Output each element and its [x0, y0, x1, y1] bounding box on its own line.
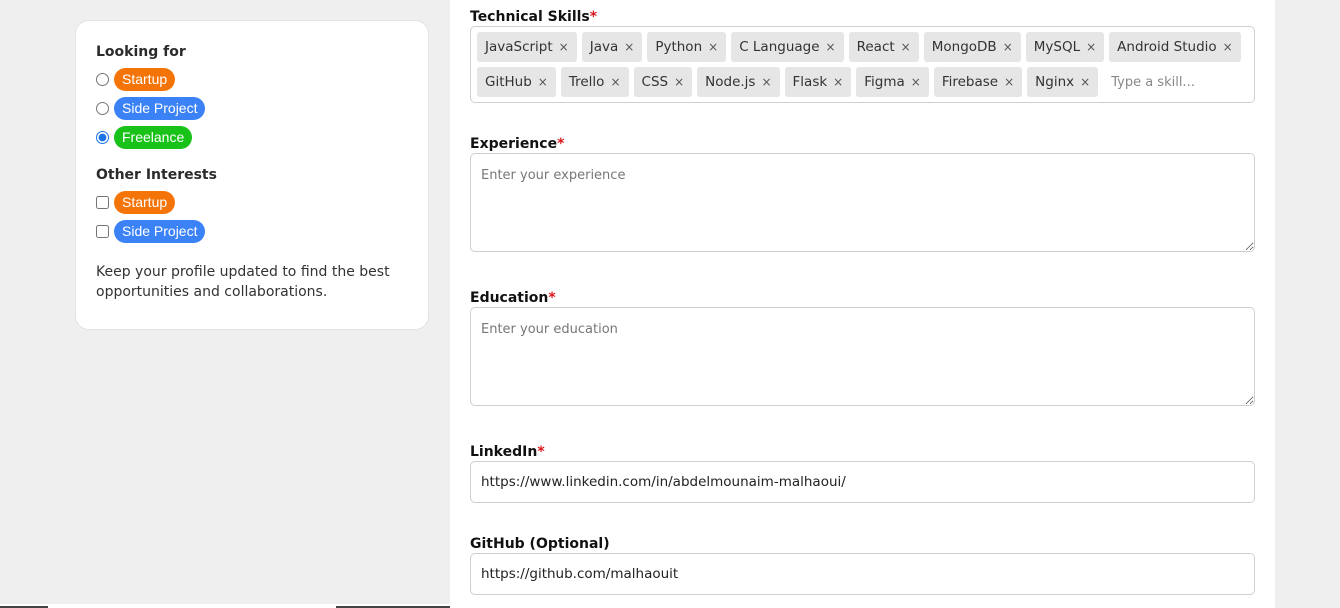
option-radio[interactable] [96, 131, 109, 144]
required-marker: * [548, 290, 556, 306]
experience-textarea[interactable] [470, 153, 1255, 252]
remove-skill-icon[interactable]: × [1004, 75, 1014, 89]
skill-tag: Figma × [856, 67, 929, 97]
skill-tag: Flask × [784, 67, 852, 97]
preferences-card: Looking for Startup Side Project Freelance… [75, 20, 429, 330]
other-interests-options: Startup Side Project [96, 188, 408, 246]
skill-tag-label: CSS [641, 74, 669, 90]
remove-skill-icon[interactable]: × [559, 40, 569, 54]
remove-skill-icon[interactable]: × [1080, 75, 1090, 89]
skill-tag-label: GitHub [485, 74, 532, 90]
profile-form: Technical Skills* JavaScript × Java × Python… [450, 0, 1275, 608]
skill-tag-label: MongoDB [931, 39, 997, 55]
option-radio[interactable] [96, 102, 109, 115]
github-label: GitHub (Optional) [470, 535, 610, 553]
required-marker: * [557, 136, 565, 152]
skill-tag-label: Figma [864, 74, 905, 90]
education-textarea[interactable] [470, 307, 1255, 406]
remove-skill-icon[interactable]: × [761, 75, 771, 89]
required-marker: * [537, 444, 545, 460]
skill-tag-label: C Language [739, 39, 820, 55]
remove-skill-icon[interactable]: × [1223, 40, 1233, 54]
skill-tag-label: Java [589, 39, 619, 55]
option-radio[interactable] [96, 73, 109, 86]
option-badge: Startup [114, 191, 176, 214]
looking-for-heading: Looking for [96, 44, 186, 60]
required-marker: * [589, 9, 598, 25]
skill-tag: Java × [581, 32, 643, 62]
option-badge: Startup [114, 68, 176, 91]
remove-skill-icon[interactable]: × [1003, 40, 1013, 54]
skill-tag-label: Trello [568, 74, 605, 90]
looking-for-options: Startup Side Project Freelance [96, 65, 408, 152]
other-interests-option[interactable]: Side Project [96, 217, 408, 246]
remove-skill-icon[interactable]: × [538, 75, 548, 89]
remove-skill-icon[interactable]: × [833, 75, 843, 89]
skill-tag-label: Firebase [941, 74, 999, 90]
looking-for-option[interactable]: Side Project [96, 94, 408, 123]
skill-tag-label: MySQL [1033, 39, 1081, 55]
skill-tag-label: Nginx [1035, 74, 1075, 90]
technical-skills-label: Technical Skills* [470, 8, 597, 26]
option-badge: Side Project [114, 220, 206, 243]
skill-tag: Firebase × [933, 67, 1023, 97]
skill-tag-label: Node.js [705, 74, 756, 90]
remove-skill-icon[interactable]: × [674, 75, 684, 89]
skill-tag: Trello × [560, 67, 629, 97]
skill-tag: CSS × [633, 67, 693, 97]
linkedin-label: LinkedIn* [470, 443, 545, 461]
remove-skill-icon[interactable]: × [624, 40, 634, 54]
looking-for-option[interactable]: Freelance [96, 123, 408, 152]
option-badge: Freelance [114, 126, 193, 149]
skill-tag: Android Studio × [1109, 32, 1241, 62]
option-checkbox[interactable] [96, 225, 109, 238]
skill-tag-label: Python [655, 39, 703, 55]
bottom-scroll-strip [0, 604, 450, 608]
experience-label-text: Experience [470, 136, 558, 152]
option-checkbox[interactable] [96, 196, 109, 209]
skill-tag: React × [848, 32, 919, 62]
skill-tag-label: Flask [792, 74, 828, 90]
skill-tag: MongoDB × [923, 32, 1021, 62]
github-label-text: GitHub (Optional) [470, 536, 610, 552]
skill-tag: GitHub × [477, 67, 556, 97]
skill-tag: C Language × [731, 32, 844, 62]
skill-tag-label: React [856, 39, 895, 55]
remove-skill-icon[interactable]: × [610, 75, 620, 89]
remove-skill-icon[interactable]: × [1086, 40, 1096, 54]
skill-tag: MySQL × [1025, 32, 1105, 62]
linkedin-input[interactable] [470, 461, 1255, 503]
remove-skill-icon[interactable]: × [901, 40, 911, 54]
skill-tag: Nginx × [1027, 67, 1099, 97]
option-badge: Side Project [114, 97, 206, 120]
technical-skills-label-text: Technical Skills [470, 9, 590, 25]
skill-input[interactable] [1103, 67, 1244, 97]
remove-skill-icon[interactable]: × [911, 75, 921, 89]
github-input[interactable] [470, 553, 1255, 595]
skill-tag: Node.js × [697, 67, 780, 97]
experience-label: Experience* [470, 135, 564, 153]
looking-for-option[interactable]: Startup [96, 65, 408, 94]
remove-skill-icon[interactable]: × [708, 40, 718, 54]
linkedin-label-text: LinkedIn [470, 444, 538, 460]
remove-skill-icon[interactable]: × [826, 40, 836, 54]
education-label-text: Education [470, 290, 549, 306]
education-label: Education* [470, 289, 556, 307]
technical-skills-field[interactable]: JavaScript × Java × Python × C Language × React ×… [470, 26, 1255, 103]
skill-tag: JavaScript × [477, 32, 577, 62]
other-interests-heading: Other Interests [96, 167, 217, 183]
skill-tag: Python × [647, 32, 727, 62]
other-interests-option[interactable]: Startup [96, 188, 408, 217]
skill-tag-label: Android Studio [1117, 39, 1217, 55]
profile-tip-text: Keep your profile updated to find the be… [96, 264, 390, 300]
skill-tag-label: JavaScript [485, 39, 553, 55]
